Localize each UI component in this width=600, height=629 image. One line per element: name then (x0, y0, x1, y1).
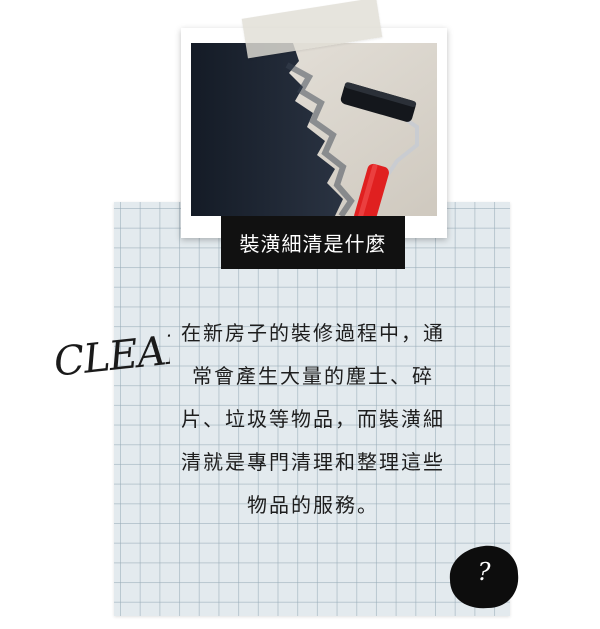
paint-roller-icon (191, 43, 437, 216)
description-line-2: 常會產生大量的塵土、碎 (192, 364, 434, 388)
description-line-4: 清就是專門清理和整理這些 (181, 450, 445, 474)
question-mark-badge: ? (477, 558, 491, 586)
title-label: 裝潢細清是什麼 (221, 216, 405, 269)
description-line-5: 物品的服務。 (247, 493, 379, 517)
paint-roller-photo (191, 43, 437, 216)
clean-script-word: CLEAN (52, 324, 170, 382)
page: 裝潢細清是什麼 CLEAN 在新房子的裝修過程中，通 常會產生大量的塵土、碎 片… (0, 0, 600, 629)
description-line-3: 片、垃圾等物品，而裝潢細 (181, 407, 445, 431)
svg-text:CLEAN: CLEAN (52, 324, 170, 382)
description-line-1: 在新房子的裝修過程中，通 (181, 321, 445, 345)
polaroid-photo-frame (181, 28, 447, 238)
description-text: 在新房子的裝修過程中，通 常會產生大量的塵土、碎 片、垃圾等物品，而裝潢細 清就… (168, 312, 458, 527)
